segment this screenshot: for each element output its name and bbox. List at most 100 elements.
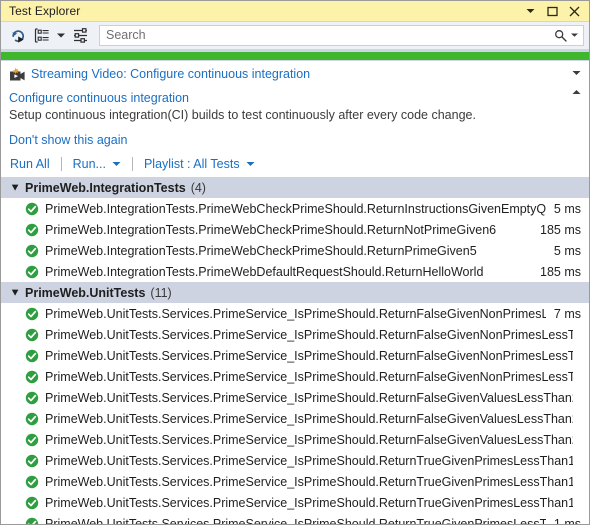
test-passed-icon — [25, 496, 39, 510]
test-passed-icon — [25, 244, 39, 258]
streaming-video-row[interactable]: Streaming Video: Configure continuous in… — [1, 66, 589, 84]
triangle-down-icon[interactable] — [9, 181, 22, 194]
playlist-label[interactable]: Playlist : All Tests — [144, 156, 240, 172]
test-command-bar: Run All Run... Playlist : All Tests — [1, 150, 589, 177]
triangle-down-icon[interactable] — [9, 286, 22, 299]
run-all-button[interactable]: Run All — [10, 156, 50, 172]
test-passed-icon — [25, 265, 39, 279]
test-name: PrimeWeb.UnitTests.Services.PrimeService… — [45, 474, 573, 489]
test-row[interactable]: PrimeWeb.UnitTests.Services.PrimeService… — [1, 303, 589, 324]
test-run-progress-track — [1, 49, 589, 61]
window-dropdown-button[interactable] — [524, 5, 537, 18]
search-input[interactable] — [106, 26, 552, 44]
window-titlebar: Test Explorer — [1, 1, 589, 22]
test-duration: 7 ms — [553, 306, 581, 321]
window-title: Test Explorer — [9, 4, 81, 18]
test-row[interactable]: PrimeWeb.IntegrationTests.PrimeWebDefaul… — [1, 261, 589, 282]
test-name: PrimeWeb.IntegrationTests.PrimeWebDefaul… — [45, 264, 484, 279]
test-name: PrimeWeb.UnitTests.Services.PrimeService… — [45, 516, 546, 525]
test-group-name: PrimeWeb.UnitTests — [25, 285, 146, 300]
test-duration: 5 ms — [553, 201, 581, 216]
playlist-chevron-down-icon[interactable] — [246, 161, 255, 167]
test-row[interactable]: PrimeWeb.UnitTests.Services.PrimeService… — [1, 324, 589, 345]
test-passed-icon — [25, 370, 39, 384]
group-by-icon[interactable] — [31, 24, 53, 46]
test-passed-icon — [25, 433, 39, 447]
test-passed-icon — [25, 223, 39, 237]
command-separator — [60, 156, 62, 171]
test-name: PrimeWeb.UnitTests.Services.PrimeService… — [45, 432, 573, 447]
test-name: PrimeWeb.IntegrationTests.PrimeWebCheckP… — [45, 201, 546, 216]
test-passed-icon — [25, 328, 39, 342]
test-row[interactable]: PrimeWeb.IntegrationTests.PrimeWebCheckP… — [1, 198, 589, 219]
test-group-count: (11) — [150, 285, 172, 300]
run-dropdown-button[interactable]: Run... — [73, 156, 121, 172]
test-passed-icon — [25, 412, 39, 426]
test-explorer-window: Test Explorer Search Streaming Video: Co… — [0, 0, 590, 525]
test-group-name: PrimeWeb.IntegrationTests — [25, 180, 186, 195]
test-passed-icon — [25, 202, 39, 216]
streaming-video-link[interactable]: Streaming Video: Configure continuous in… — [31, 66, 310, 83]
test-duration: 185 ms — [540, 222, 581, 237]
test-group-header[interactable]: PrimeWeb.UnitTests (11) — [1, 282, 589, 303]
banner-description: Setup continuous integration(CI) builds … — [9, 108, 476, 122]
test-name: PrimeWeb.IntegrationTests.PrimeWebCheckP… — [45, 222, 497, 237]
test-settings-icon[interactable] — [69, 24, 91, 46]
test-duration: 5 ms — [553, 243, 581, 258]
test-name: PrimeWeb.UnitTests.Services.PrimeService… — [45, 348, 573, 363]
test-name: PrimeWeb.UnitTests.Services.PrimeService… — [45, 453, 573, 468]
test-passed-icon — [25, 475, 39, 489]
configure-ci-link[interactable]: Configure continuous integration — [9, 90, 567, 106]
search-buttons — [552, 27, 581, 44]
info-banner: Streaming Video: Configure continuous in… — [1, 61, 589, 150]
test-row[interactable]: PrimeWeb.UnitTests.Services.PrimeService… — [1, 513, 589, 524]
test-list[interactable]: PrimeWeb.IntegrationTests (4) PrimeWeb.Int… — [1, 177, 589, 524]
test-group-header[interactable]: PrimeWeb.IntegrationTests (4) — [1, 177, 589, 198]
test-duration: 1 ms — [553, 516, 581, 525]
test-passed-icon — [25, 391, 39, 405]
test-duration: 185 ms — [540, 264, 581, 279]
banner-detail-section: Configure continuous integration Setup c… — [1, 84, 589, 124]
run-button-label[interactable]: Run... — [73, 156, 106, 172]
run-tests-icon[interactable] — [7, 24, 29, 46]
test-row[interactable]: PrimeWeb.UnitTests.Services.PrimeService… — [1, 429, 589, 450]
search-chevron-down-icon[interactable] — [569, 27, 579, 44]
test-row[interactable]: PrimeWeb.UnitTests.Services.PrimeService… — [1, 471, 589, 492]
test-explorer-toolbar — [1, 22, 589, 49]
window-close-button[interactable] — [568, 5, 581, 18]
test-name: PrimeWeb.UnitTests.Services.PrimeService… — [45, 369, 573, 384]
test-run-progress-fill — [1, 52, 589, 60]
run-chevron-down-icon[interactable] — [112, 161, 121, 167]
test-name: PrimeWeb.UnitTests.Services.PrimeService… — [45, 306, 546, 321]
test-row[interactable]: PrimeWeb.IntegrationTests.PrimeWebCheckP… — [1, 219, 589, 240]
test-passed-icon — [25, 307, 39, 321]
test-name: PrimeWeb.UnitTests.Services.PrimeService… — [45, 411, 573, 426]
banner-chevron-down-icon[interactable] — [572, 70, 581, 76]
dont-show-again-link[interactable]: Don't show this again — [1, 124, 127, 148]
streaming-video-icon — [9, 67, 26, 84]
test-group-count: (4) — [190, 180, 206, 195]
banner-chevron-up-icon[interactable] — [572, 89, 581, 95]
search-icon[interactable] — [552, 27, 568, 44]
window-controls — [524, 5, 585, 18]
test-row[interactable]: PrimeWeb.IntegrationTests.PrimeWebCheckP… — [1, 240, 589, 261]
test-row[interactable]: PrimeWeb.UnitTests.Services.PrimeService… — [1, 408, 589, 429]
test-name: PrimeWeb.UnitTests.Services.PrimeService… — [45, 495, 573, 510]
test-name: PrimeWeb.IntegrationTests.PrimeWebCheckP… — [45, 243, 477, 258]
test-passed-icon — [25, 454, 39, 468]
group-by-chevron-down-icon[interactable] — [55, 24, 67, 46]
test-passed-icon — [25, 349, 39, 363]
window-float-button[interactable] — [546, 5, 559, 18]
test-row[interactable]: PrimeWeb.UnitTests.Services.PrimeService… — [1, 366, 589, 387]
test-passed-icon — [25, 517, 39, 524]
search-box[interactable] — [99, 24, 584, 46]
test-row[interactable]: PrimeWeb.UnitTests.Services.PrimeService… — [1, 492, 589, 513]
test-row[interactable]: PrimeWeb.UnitTests.Services.PrimeService… — [1, 387, 589, 408]
test-row[interactable]: PrimeWeb.UnitTests.Services.PrimeService… — [1, 345, 589, 366]
test-name: PrimeWeb.UnitTests.Services.PrimeService… — [45, 390, 573, 405]
dismiss-row: Don't show this again — [1, 124, 589, 149]
test-name: PrimeWeb.UnitTests.Services.PrimeService… — [45, 327, 573, 342]
command-separator-2 — [131, 156, 133, 171]
playlist-dropdown-button[interactable]: Playlist : All Tests — [144, 156, 255, 172]
test-row[interactable]: PrimeWeb.UnitTests.Services.PrimeService… — [1, 450, 589, 471]
